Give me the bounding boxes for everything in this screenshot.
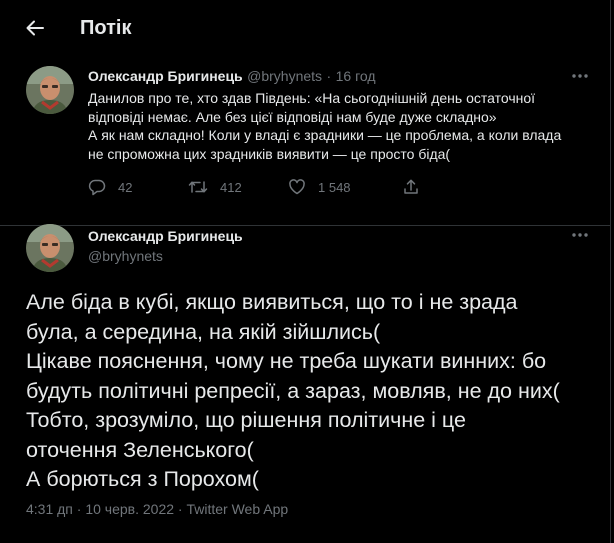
author-name[interactable]: Олександр Бригинець: [88, 68, 243, 84]
timeline-column: Потік Олександр Бригинець @bryhynets · 1…: [0, 0, 611, 543]
avatar[interactable]: [26, 224, 74, 272]
avatar[interactable]: [26, 66, 74, 114]
tweet-time[interactable]: 16 год: [336, 68, 376, 84]
author-handle[interactable]: @bryhynets: [88, 247, 163, 265]
page-title: Потік: [80, 17, 132, 39]
like-count: 1 548: [318, 179, 351, 195]
tweet-header: Олександр Бригинець @bryhynets · 16 год: [88, 67, 376, 86]
reply-count: 42: [118, 179, 133, 195]
more-icon: [572, 233, 588, 237]
retweet-button[interactable]: 412: [188, 178, 242, 196]
like-icon: [289, 179, 305, 195]
share-button[interactable]: [402, 178, 432, 196]
back-arrow-icon: [26, 20, 44, 36]
share-icon: [404, 179, 418, 194]
tweet-actions: 42 412 1 548: [88, 178, 508, 200]
dot-separator: ·: [326, 68, 332, 84]
more-icon: [572, 74, 588, 78]
divider: [0, 225, 611, 226]
retweet-icon: [188, 181, 208, 193]
author-handle[interactable]: @bryhynets: [247, 68, 322, 84]
reply-button[interactable]: 42: [88, 178, 132, 196]
author-name[interactable]: Олександр Бригинець: [88, 227, 243, 245]
tweet-text: Данилов про те, хто здав Південь: «На сь…: [88, 90, 562, 162]
reply-icon: [88, 179, 106, 196]
back-button[interactable]: [22, 15, 48, 41]
like-button[interactable]: 1 548: [288, 178, 351, 196]
more-button[interactable]: [570, 66, 590, 86]
more-button[interactable]: [570, 225, 590, 245]
tweet-timestamp[interactable]: 4:31 дп · 10 черв. 2022 · Twitter Web Ap…: [26, 499, 288, 519]
retweet-count: 412: [220, 179, 242, 195]
focused-tweet-text: Але біда в кубі, якщо виявиться, що то і…: [26, 290, 560, 491]
header: Потік: [0, 0, 611, 56]
